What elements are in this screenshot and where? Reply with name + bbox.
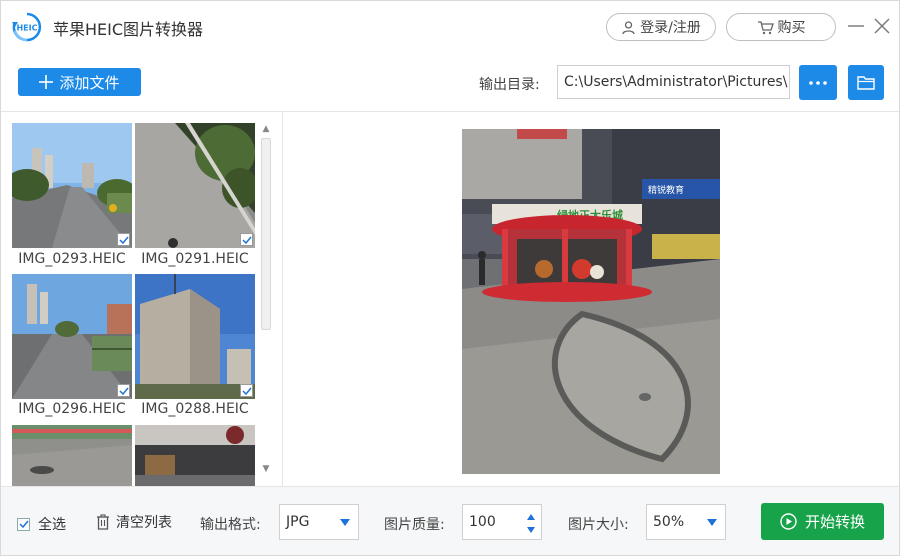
- start-convert-button[interactable]: 开始转换: [761, 503, 884, 540]
- image-size-label: 图片大小:: [568, 517, 629, 533]
- output-format-select[interactable]: JPG: [279, 504, 359, 540]
- minimize-icon[interactable]: [847, 15, 865, 37]
- bottom-bar: 全选 清空列表 输出格式: JPG 图片质量: 100 图片大小: 50% 开始…: [1, 487, 899, 555]
- check-icon: [18, 520, 29, 528]
- thumbnail-checkbox[interactable]: [240, 384, 253, 397]
- chevron-down-icon: [707, 519, 717, 526]
- thumbnail-filename: IMG_0288.HEIC: [141, 401, 249, 417]
- cart-icon: [757, 20, 774, 34]
- thumbnail-image: [12, 274, 132, 399]
- clear-list-label: 清空列表: [116, 515, 172, 531]
- thumbnail-image: [12, 123, 132, 248]
- check-icon: [118, 387, 129, 395]
- decrement-icon[interactable]: [527, 527, 535, 533]
- chevron-down-icon: [340, 519, 350, 526]
- trash-icon: [97, 514, 109, 530]
- check-icon: [118, 236, 129, 244]
- check-icon: [241, 236, 252, 244]
- increment-icon[interactable]: [527, 514, 535, 520]
- clear-list-button[interactable]: 清空列表: [96, 512, 172, 532]
- output-dir-input[interactable]: C:\Users\Administrator\Pictures\: [557, 65, 790, 99]
- check-icon: [241, 387, 252, 395]
- thumbnail-filename: IMG_0291.HEIC: [141, 251, 249, 267]
- thumbnail-list: IMG_0293.HEIC IMG_0291.HEIC IMG_0296.HEI…: [1, 112, 283, 486]
- add-files-label: 添加文件: [59, 73, 120, 92]
- select-all-checkbox[interactable]: [17, 517, 30, 531]
- scrollbar-thumb[interactable]: [261, 138, 271, 330]
- image-quality-stepper[interactable]: 100: [462, 504, 542, 540]
- user-icon: [622, 20, 635, 34]
- svg-text:精锐教育: 精锐教育: [648, 184, 684, 196]
- thumbnail-item[interactable]: [135, 123, 255, 248]
- select-all[interactable]: 全选: [17, 514, 66, 534]
- app-title: 苹果HEIC图片转换器: [53, 20, 204, 39]
- thumbnail-image: [135, 123, 255, 248]
- add-files-button[interactable]: 添加文件: [18, 68, 141, 96]
- image-quality-label: 图片质量:: [384, 517, 445, 533]
- svg-text:HEIC: HEIC: [16, 24, 37, 33]
- buy-label: 购买: [777, 20, 806, 36]
- thumbnail-image: [135, 274, 255, 399]
- thumbnail-filename: IMG_0293.HEIC: [18, 251, 126, 267]
- heic-logo-icon: HEIC: [12, 12, 42, 42]
- thumbnail-checkbox[interactable]: [117, 233, 130, 246]
- thumbnail-item[interactable]: [135, 425, 255, 486]
- folder-icon: [857, 76, 875, 90]
- more-dots-icon: [809, 80, 827, 85]
- thumbnail-checkbox[interactable]: [117, 384, 130, 397]
- thumbnail-item[interactable]: [12, 425, 132, 486]
- title-bar: HEIC 苹果HEIC图片转换器 登录/注册 购买: [1, 1, 899, 53]
- thumbnail-item[interactable]: [135, 274, 255, 399]
- login-register-label: 登录/注册: [640, 20, 701, 36]
- image-size-value: 50%: [653, 514, 685, 530]
- output-dir-label: 输出目录:: [479, 77, 540, 93]
- thumbnail-image: [135, 425, 255, 486]
- thumbnail-checkbox[interactable]: [240, 233, 253, 246]
- browse-more-button[interactable]: [799, 65, 837, 100]
- output-format-label: 输出格式:: [200, 517, 261, 533]
- image-size-select[interactable]: 50%: [646, 504, 726, 540]
- open-folder-button[interactable]: [848, 65, 884, 100]
- thumbnail-filename: IMG_0296.HEIC: [18, 401, 126, 417]
- image-quality-value: 100: [469, 514, 496, 530]
- app-window: HEIC 苹果HEIC图片转换器 登录/注册 购买 添加文件 输出目录: C:\…: [0, 0, 900, 556]
- output-format-value: JPG: [286, 514, 310, 530]
- scroll-up-icon[interactable]: ▲: [260, 124, 272, 134]
- start-convert-label: 开始转换: [804, 513, 865, 531]
- close-icon[interactable]: [873, 17, 891, 35]
- login-register-button[interactable]: 登录/注册: [606, 13, 716, 41]
- buy-button[interactable]: 购买: [726, 13, 836, 41]
- preview-image: 精锐教育 绿地正大乐城: [462, 129, 720, 474]
- play-circle-icon: [780, 513, 797, 530]
- thumbnail-item[interactable]: [12, 274, 132, 399]
- select-all-label: 全选: [38, 517, 66, 533]
- thumbnail-item[interactable]: [12, 123, 132, 248]
- scroll-down-icon[interactable]: ▼: [260, 464, 272, 474]
- thumbnail-image: [12, 425, 132, 486]
- plus-icon: [39, 75, 54, 89]
